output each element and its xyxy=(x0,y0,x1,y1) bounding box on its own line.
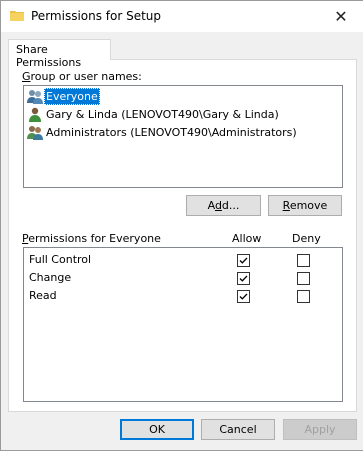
checkmark-icon xyxy=(239,257,248,264)
permissions-list: Full Control Change Read xyxy=(23,247,343,402)
allow-column-header: Allow xyxy=(232,232,262,245)
permissions-for-label: Permissions for Everyone xyxy=(22,232,161,245)
add-button[interactable]: Add... xyxy=(186,195,261,216)
group-icon xyxy=(27,125,43,141)
deny-checkbox[interactable] xyxy=(297,290,310,303)
permission-name: Read xyxy=(29,289,57,302)
allow-checkbox[interactable] xyxy=(237,272,250,285)
remove-button[interactable]: Remove xyxy=(268,195,342,216)
allow-checkbox[interactable] xyxy=(237,290,250,303)
user-icon xyxy=(27,107,43,123)
allow-checkbox[interactable] xyxy=(237,254,250,267)
user-list[interactable]: Everyone Gary & Linda (LENOVOT490\Gary &… xyxy=(23,85,343,188)
tab-share-permissions[interactable]: Share Permissions xyxy=(8,39,111,69)
group-icon xyxy=(27,89,43,105)
checkmark-icon xyxy=(239,275,248,282)
list-item[interactable]: Everyone xyxy=(26,88,340,105)
apply-button[interactable]: Apply xyxy=(283,419,357,440)
user-name: Gary & Linda (LENOVOT490\Gary & Linda) xyxy=(46,108,279,121)
checkmark-icon xyxy=(239,293,248,300)
tab-label: Share Permissions xyxy=(16,43,82,69)
title-bar: Permissions for Setup ✕ xyxy=(1,1,363,32)
list-item[interactable]: Administrators (LENOVOT490\Administrator… xyxy=(26,124,340,141)
ok-button[interactable]: OK xyxy=(120,419,194,440)
permission-row: Full Control xyxy=(24,251,342,270)
user-name: Administrators (LENOVOT490\Administrator… xyxy=(46,126,297,139)
permission-row: Read xyxy=(24,287,342,306)
user-name: Everyone xyxy=(44,88,100,105)
permission-name: Full Control xyxy=(29,253,92,266)
permissions-dialog: Permissions for Setup ✕ Share Permission… xyxy=(0,0,363,451)
window-title: Permissions for Setup xyxy=(31,9,162,23)
tab-panel: Group or user names: Everyone Gary & Lin… xyxy=(8,59,357,412)
cancel-button[interactable]: Cancel xyxy=(201,419,275,440)
permission-name: Change xyxy=(29,271,72,284)
deny-checkbox[interactable] xyxy=(297,254,310,267)
permission-row: Change xyxy=(24,269,342,288)
deny-column-header: Deny xyxy=(292,232,321,245)
close-button[interactable]: ✕ xyxy=(319,1,363,32)
list-item[interactable]: Gary & Linda (LENOVOT490\Gary & Linda) xyxy=(26,106,340,123)
group-or-user-names-label: Group or user names: xyxy=(22,70,142,83)
folder-icon xyxy=(10,10,24,21)
deny-checkbox[interactable] xyxy=(297,272,310,285)
